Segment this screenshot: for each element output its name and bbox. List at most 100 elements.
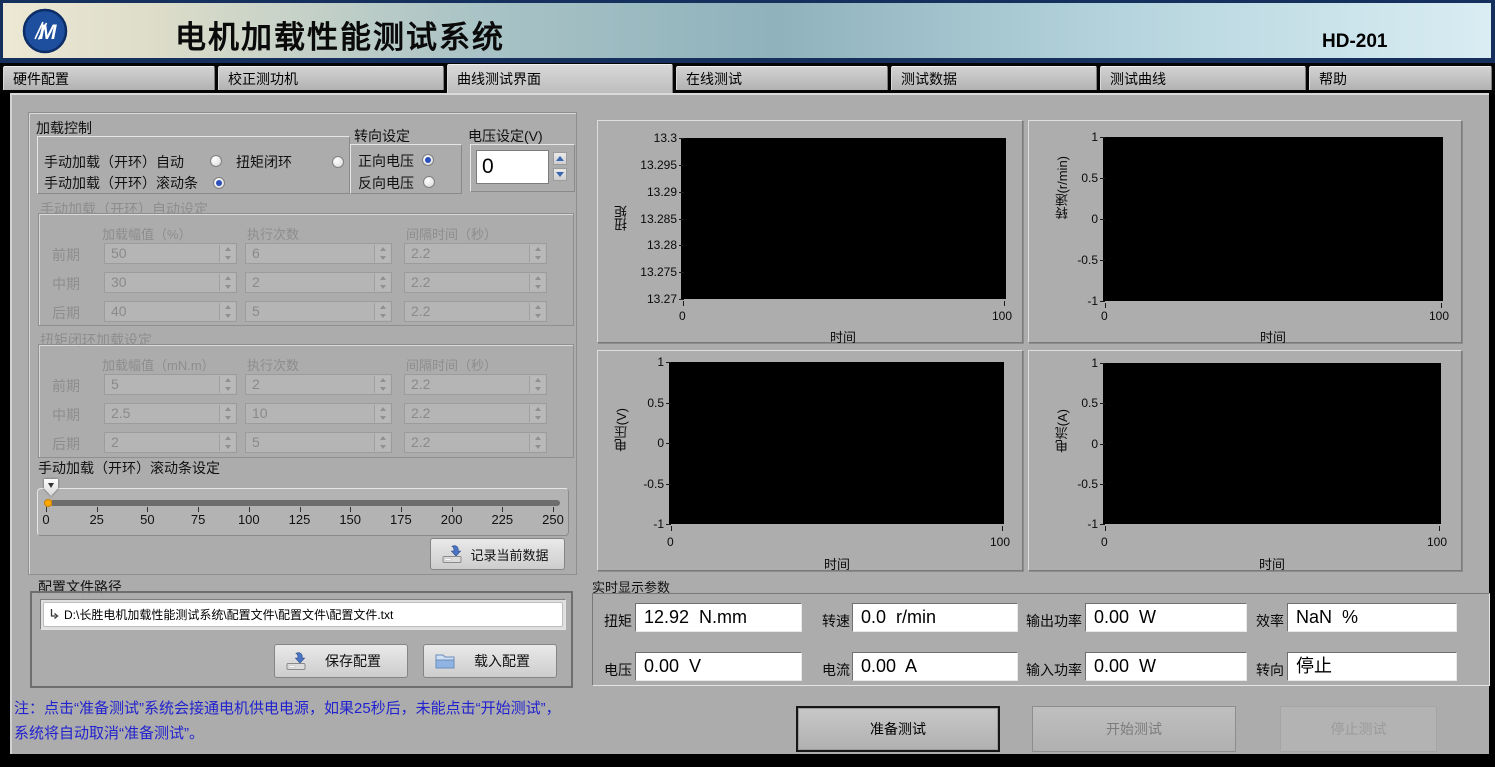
y-axis-tick-label: 13.3	[617, 131, 677, 145]
mode-torque-loop-label: 扭矩闭环	[236, 152, 292, 172]
svg-text:M: M	[39, 21, 57, 44]
y-axis-tick-mark	[679, 299, 684, 300]
torque_loop-field-spinner	[219, 405, 235, 422]
y-axis-tick-mark	[666, 403, 671, 404]
y-axis-tick-mark	[1100, 484, 1105, 485]
tab-帮助[interactable]: 帮助	[1309, 66, 1492, 90]
chart-panel-扭矩: 13.313.29513.2913.28513.2813.27513.27010…	[597, 120, 1023, 343]
mode-manual-auto-radio[interactable]	[210, 155, 222, 167]
save-drive-icon	[441, 544, 463, 564]
tab-曲线测试界面[interactable]: 曲线测试界面	[447, 64, 673, 93]
manual_auto-field-spinner	[529, 274, 545, 291]
chart-plot-area[interactable]	[681, 138, 1006, 299]
manual_auto-field-spinner	[219, 245, 235, 262]
slider-track[interactable]	[45, 500, 560, 506]
tab-测试曲线[interactable]: 测试曲线	[1100, 66, 1306, 90]
x-axis-tick-label: 100	[1427, 535, 1447, 549]
record-data-button[interactable]: 记录当前数据	[430, 538, 565, 570]
slider-title: 手动加载（开环）滚动条设定	[38, 458, 220, 478]
y-axis-tick-label: -0.5	[1038, 253, 1098, 267]
param-label-电压: 电压	[598, 660, 632, 680]
direction-forward-radio[interactable]	[422, 154, 434, 166]
load-control-title: 加载控制	[36, 118, 92, 138]
manual-auto-group-box: 加载幅值（%）执行次数间隔时间（秒）前期5062.2中期3022.2后期4052…	[38, 213, 574, 326]
config-path-input[interactable]: D:\长胜电机加载性能测试系统\配置文件\配置文件\配置文件.txt	[43, 602, 563, 627]
tab-硬件配置[interactable]: 硬件配置	[3, 66, 215, 90]
y-axis-tick-label: 13.275	[617, 265, 677, 279]
manual_auto-value-field: 30	[104, 272, 237, 293]
manual_auto-value-field: 2.2	[404, 243, 547, 264]
direction-reverse-radio[interactable]	[423, 176, 435, 188]
save-config-button[interactable]: 保存配置	[274, 644, 408, 678]
x-axis-title: 时间	[1259, 554, 1285, 573]
tab-测试数据[interactable]: 测试数据	[891, 66, 1097, 90]
param-value-输入功率: 0.00 W	[1085, 652, 1247, 681]
load-config-button[interactable]: 载入配置	[423, 644, 557, 678]
slider-tick-label: 125	[280, 512, 320, 527]
voltage-set-title: 电压设定(V)	[468, 126, 543, 146]
y-axis-title: 转速(r/min)	[1053, 156, 1072, 220]
torque_loop-value-field: 10	[245, 403, 392, 424]
chart-plot-area[interactable]	[1103, 363, 1441, 524]
manual_auto-field-spinner	[219, 303, 235, 320]
torque_loop-row-label: 后期	[52, 434, 80, 454]
chart-panel-电流(A): 10.50-0.5-10100时间电流(A)	[1028, 350, 1462, 571]
y-axis-title: 电流(A)	[1053, 409, 1072, 452]
y-axis-tick-mark	[679, 219, 684, 220]
torque_loop-field-spinner	[374, 434, 390, 451]
y-axis-tick-mark	[666, 443, 671, 444]
param-value-转速: 0.0 r/min	[852, 603, 1018, 632]
company-logo-icon: M	[22, 8, 68, 54]
chart-plot-area[interactable]	[1103, 137, 1443, 301]
y-axis-tick-mark	[666, 524, 671, 525]
slider-tick-label: 75	[178, 512, 218, 527]
chart-plot-area[interactable]	[669, 362, 1004, 524]
x-axis-tick-mark	[1439, 526, 1440, 531]
x-axis-tick-mark	[1441, 303, 1442, 308]
chart-panel-电压(V): 10.50-0.5-10100时间电压(V)	[597, 350, 1023, 571]
manual_auto-value-field: 2.2	[404, 301, 547, 322]
y-axis-title: 电压(V)	[612, 408, 631, 451]
voltage-decrement-button[interactable]	[553, 168, 567, 181]
param-value-扭矩: 12.92 N.mm	[635, 603, 802, 632]
y-axis-tick-label: 1	[604, 355, 664, 369]
y-axis-tick-label: -0.5	[604, 477, 664, 491]
save-config-icon	[285, 651, 307, 671]
x-axis-tick-label: 100	[990, 535, 1010, 549]
manual_auto-column-header: 执行次数	[247, 224, 299, 243]
slider-tick-label: 100	[229, 512, 269, 527]
voltage-increment-button[interactable]	[553, 152, 567, 165]
manual_auto-value-field: 40	[104, 301, 237, 322]
y-axis-tick-mark	[679, 272, 684, 273]
manual_auto-value-field: 5	[245, 301, 392, 322]
y-axis-tick-mark	[1100, 137, 1105, 138]
torque_loop-field-spinner	[374, 405, 390, 422]
slider-tick-label: 50	[127, 512, 167, 527]
torque_loop-field-spinner	[529, 405, 545, 422]
mode-manual-slider-radio[interactable]	[213, 177, 225, 189]
y-axis-tick-mark	[666, 484, 671, 485]
torque_loop-column-header: 间隔时间（秒）	[406, 355, 497, 374]
manual_auto-value-field: 50	[104, 243, 237, 264]
tab-校正测功机[interactable]: 校正测功机	[218, 66, 444, 90]
direction-title: 转向设定	[354, 126, 410, 146]
y-axis-tick-label: 13.28	[617, 238, 677, 252]
y-axis-tick-mark	[1100, 178, 1105, 179]
y-axis-tick-mark	[1100, 260, 1105, 261]
note-line-1: 注：点击“准备测试”系统会接通电机供电电源，如果25秒后，未能点击“开始测试”，	[14, 697, 561, 718]
param-value-输出功率: 0.00 W	[1085, 603, 1247, 632]
tab-在线测试[interactable]: 在线测试	[676, 66, 888, 90]
chart-panel-转速(r/min): 10.50-0.5-10100时间转速(r/min)	[1028, 120, 1462, 343]
slider-handle[interactable]	[44, 479, 58, 496]
param-value-效率: NaN %	[1287, 603, 1457, 632]
y-axis-tick-mark	[679, 192, 684, 193]
y-axis-tick-label: -1	[1038, 517, 1098, 531]
action-button-准备测试[interactable]: 准备测试	[796, 706, 1000, 752]
y-axis-tick-mark	[1100, 363, 1105, 364]
voltage-input[interactable]: 0	[476, 150, 549, 184]
model-number: HD-201	[1322, 31, 1387, 53]
param-label-转速: 转速	[814, 611, 850, 631]
y-axis-title: 扭矩	[612, 205, 631, 231]
slider-tick-label: 0	[26, 512, 66, 527]
mode-torque-loop-radio[interactable]	[332, 156, 344, 168]
